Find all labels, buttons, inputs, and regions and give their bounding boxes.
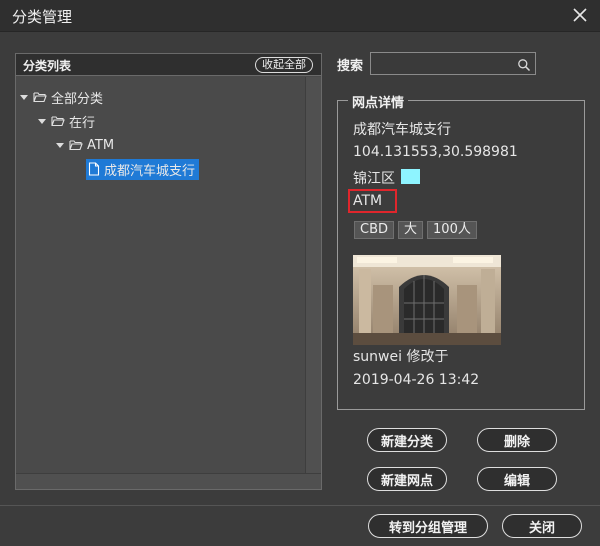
tag-badge: CBD: [354, 221, 395, 239]
tree-node-label: ATM: [87, 137, 115, 153]
caret-down-icon[interactable]: [56, 141, 64, 149]
search-label: 搜索: [337, 59, 364, 74]
branch-name: 成都汽车城支行: [353, 122, 451, 138]
search-input[interactable]: [373, 55, 513, 72]
tree-header: 分类列表 收起全部: [16, 54, 321, 76]
close-button[interactable]: 关闭: [502, 514, 582, 538]
category-tree-panel: 分类列表 收起全部 全部分类 在行 ATM 成都汽车城支行: [15, 53, 322, 490]
tree-node-branch[interactable]: 成都汽车城支行: [86, 158, 200, 180]
tree-node-label: 在行: [69, 115, 96, 131]
selected-node-highlight[interactable]: 成都汽车城支行: [86, 158, 200, 180]
branch-district: 锦江区: [353, 171, 395, 187]
tree-header-label: 分类列表: [23, 59, 72, 73]
tag-badge: 大: [398, 221, 424, 239]
tree-node-label: 全部分类: [51, 91, 104, 107]
tag-badge: 100人: [427, 221, 477, 239]
tree-node-label: 成都汽车城支行: [104, 163, 196, 179]
tree-node-zaihang[interactable]: 在行: [38, 111, 95, 131]
district-color-swatch: [401, 169, 420, 184]
branch-photo: [353, 255, 501, 345]
tree-horizontal-scrollbar[interactable]: [16, 473, 321, 489]
caret-down-icon[interactable]: [20, 93, 28, 101]
go-to-group-management-button[interactable]: 转到分组管理: [368, 514, 488, 538]
folder-open-icon: [33, 91, 47, 103]
branch-coordinates: 104.131553,30.598981: [353, 144, 518, 160]
branch-category: ATM: [353, 193, 383, 209]
collapse-all-button[interactable]: 收起全部: [255, 57, 313, 73]
modified-by: sunwei 修改于: [353, 349, 449, 365]
branch-tags: CBD 大 100人: [354, 221, 477, 239]
footer-divider: [0, 505, 600, 506]
dialog-title: 分类管理: [12, 8, 73, 26]
document-icon: [88, 162, 100, 176]
search-box: [370, 52, 536, 75]
modified-time: 2019-04-26 13:42: [353, 372, 480, 388]
folder-open-icon: [51, 115, 65, 127]
tree-body: 全部分类 在行 ATM 成都汽车城支行: [16, 77, 304, 473]
title-bar: 分类管理: [0, 0, 600, 32]
branch-details-panel: 网点详情 成都汽车城支行 104.131553,30.598981 锦江区 AT…: [337, 92, 585, 410]
new-branch-button[interactable]: 新建网点: [367, 467, 447, 491]
tree-vertical-scrollbar[interactable]: [305, 77, 321, 473]
caret-down-icon[interactable]: [38, 117, 46, 125]
close-icon[interactable]: [570, 5, 590, 25]
search-icon[interactable]: [517, 57, 531, 72]
details-legend: 网点详情: [348, 92, 409, 111]
new-category-button[interactable]: 新建分类: [367, 428, 447, 452]
delete-button[interactable]: 删除: [477, 428, 557, 452]
folder-open-icon: [69, 139, 83, 151]
tree-node-atm[interactable]: ATM: [56, 135, 114, 155]
category-management-dialog: 分类管理 分类列表 收起全部 全部分类 在行 ATM 成都汽车城支行 搜索 网点…: [0, 0, 600, 546]
tree-node-all[interactable]: 全部分类: [20, 87, 103, 107]
edit-button[interactable]: 编辑: [477, 467, 557, 491]
